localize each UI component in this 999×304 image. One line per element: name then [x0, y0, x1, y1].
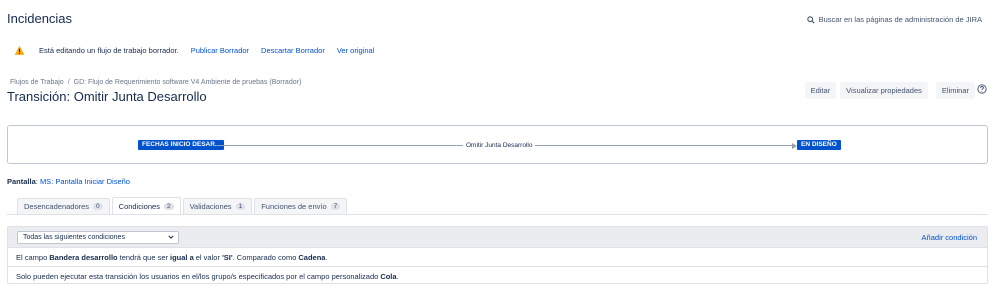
search-icon — [806, 15, 815, 24]
to-status-lozenge: EN DISEÑO — [797, 140, 841, 150]
condition-text: El campo — [16, 252, 48, 262]
warning-icon — [14, 45, 25, 55]
screen-info: Pantalla: MS: Pantalla Iniciar Diseño — [7, 177, 130, 186]
screen-label: Pantalla — [7, 177, 36, 186]
condition-text: tendrá que ser — [119, 252, 168, 262]
condition-group-value: Todas las siguientes condiciones — [23, 233, 125, 241]
transition-tabs: Desencadenadores 0 Condiciones 2 Validac… — [17, 197, 348, 214]
condition-operator: igual a — [170, 252, 194, 262]
breadcrumb-separator: / — [67, 79, 70, 86]
screen-link[interactable]: MS: Pantalla Iniciar Diseño — [40, 177, 130, 186]
condition-value: 'SI' — [221, 252, 233, 262]
publish-draft-link[interactable]: Publicar Borrador — [191, 46, 249, 55]
condition-text: . — [325, 252, 328, 262]
tab-validators[interactable]: Validaciones 1 — [182, 198, 253, 214]
delete-button[interactable]: Eliminar — [935, 82, 975, 99]
add-condition-link[interactable]: Añadir condición — [922, 233, 977, 242]
tab-label: Funciones de envío — [261, 202, 327, 211]
tab-count-badge: 0 — [93, 203, 103, 210]
condition-field: Cola — [380, 271, 397, 281]
tab-conditions[interactable]: Condiciones 2 — [111, 197, 181, 214]
condition-field: Bandera desarrollo — [49, 252, 118, 262]
condition-text: Solo pueden ejecutar esta transición los… — [16, 271, 379, 281]
breadcrumb-workflow[interactable]: GD: Flujo de Requerimiento software V4 A… — [74, 79, 302, 86]
tab-label: Validaciones — [189, 202, 232, 211]
help-icon[interactable] — [977, 84, 987, 94]
tab-post-functions[interactable]: Funciones de envío 7 — [254, 198, 348, 214]
tab-label: Condiciones — [118, 201, 160, 211]
transition-diagram: FECHAS INICIO DESAR... Omitir Junta Desa… — [7, 125, 988, 164]
conditions-header: Todas las siguientes condiciones Añadir … — [8, 227, 987, 247]
discard-draft-link[interactable]: Descartar Borrador — [261, 46, 325, 55]
conditions-panel: Todas las siguientes condiciones Añadir … — [7, 226, 988, 284]
transition-label: Omitir Junta Desarrollo — [463, 142, 536, 149]
tab-count-badge: 2 — [163, 202, 174, 210]
tab-triggers[interactable]: Desencadenadores 0 — [17, 198, 110, 214]
from-status-lozenge: FECHAS INICIO DESAR... — [138, 140, 225, 150]
view-original-link[interactable]: Ver original — [337, 46, 375, 55]
view-properties-button[interactable]: Visualizar propiedades — [840, 82, 928, 99]
condition-group-select[interactable]: Todas las siguientes condiciones — [17, 230, 179, 244]
condition-text: . — [396, 271, 399, 281]
breadcrumb: Flujos de Trabajo / GD: Flujo de Requeri… — [10, 79, 301, 86]
transition-actions: Editar Visualizar propiedades Eliminar — [804, 82, 975, 99]
condition-row: El campo Bandera desarrollo tendrá que s… — [8, 247, 987, 266]
draft-notice-text: Está editando un flujo de trabajo borrad… — [39, 46, 179, 55]
condition-text: el valor — [195, 252, 220, 262]
breadcrumb-workflows[interactable]: Flujos de Trabajo — [10, 79, 64, 86]
admin-search-label: Buscar en las páginas de administración … — [818, 15, 982, 24]
page-header-title: Incidencias — [7, 11, 73, 26]
tab-label: Desencadenadores — [24, 202, 90, 211]
page-title: Transición: Omitir Junta Desarrollo — [7, 89, 207, 104]
tabs-divider — [7, 214, 988, 215]
chevron-down-icon — [168, 235, 174, 239]
admin-search[interactable]: Buscar en las páginas de administración … — [806, 15, 982, 24]
edit-button[interactable]: Editar — [804, 82, 837, 99]
condition-type: Cadena — [298, 252, 326, 262]
condition-row: Solo pueden ejecutar esta transición los… — [8, 266, 987, 285]
condition-text: . Comparado como — [232, 252, 297, 262]
tab-count-badge: 7 — [330, 203, 341, 210]
draft-notice: Está editando un flujo de trabajo borrad… — [14, 45, 374, 56]
tab-count-badge: 1 — [235, 203, 246, 210]
